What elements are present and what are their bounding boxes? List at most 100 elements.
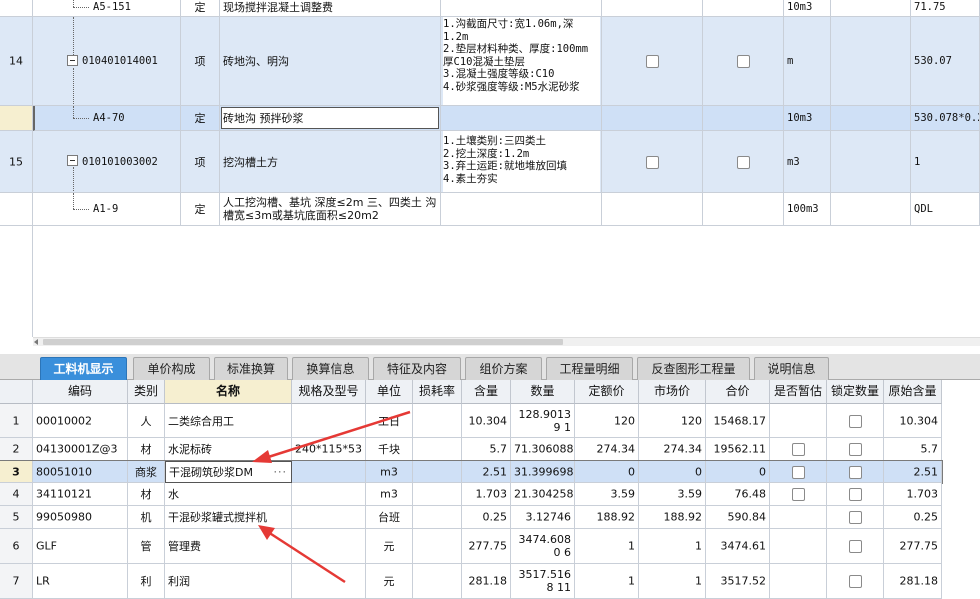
name-cell[interactable]: 现场搅拌混凝土调整费 <box>220 0 441 17</box>
name-cell[interactable]: 二类综合用工 <box>165 404 292 438</box>
unit-cell[interactable]: m3 <box>366 461 413 483</box>
spec-cell[interactable] <box>292 506 366 529</box>
market-price-cell[interactable]: 120 <box>639 404 706 438</box>
quantity-cell[interactable]: 530.07 <box>911 17 980 106</box>
code-cell[interactable]: 04130001Z@3 <box>33 438 128 461</box>
lock-quantity-checkbox[interactable] <box>849 443 862 456</box>
content-cell[interactable]: 277.75 <box>462 529 511 564</box>
loss-rate-cell[interactable] <box>413 564 462 599</box>
tab-reverse-lookup[interactable]: 反查图形工程量 <box>637 357 750 380</box>
table-row[interactable]: A4-70 定 砖地沟 预拌砂浆 10m3 530.078*0.2 <box>0 106 980 131</box>
type-cell[interactable]: 利 <box>128 564 165 599</box>
name-cell[interactable]: 砖地沟 预拌砂浆 <box>220 106 441 131</box>
market-price-cell[interactable]: 3.59 <box>639 483 706 506</box>
quantity-cell[interactable]: 128.90139 1 <box>511 404 575 438</box>
code-cell[interactable]: LR <box>33 564 128 599</box>
estimate-checkbox[interactable] <box>792 465 805 479</box>
name-cell[interactable]: 水泥标砖 <box>165 438 292 461</box>
estimate-checkbox[interactable] <box>792 443 805 456</box>
col-header-loss-rate[interactable]: 损耗率 <box>413 380 462 404</box>
tab-unit-price[interactable]: 单价构成 <box>133 357 210 380</box>
loss-rate-cell[interactable] <box>413 483 462 506</box>
code-cell[interactable]: 80051010 <box>33 461 128 483</box>
content-cell[interactable]: 5.7 <box>462 438 511 461</box>
more-options-icon[interactable]: ··· <box>274 466 288 479</box>
col-header-market-price[interactable]: 市场价 <box>639 380 706 404</box>
table-row[interactable]: 1 00010002 人 二类综合用工 工日 10.304 128.90139 … <box>0 404 942 438</box>
col-header-type[interactable]: 类别 <box>128 380 165 404</box>
code-cell[interactable]: GLF <box>33 529 128 564</box>
spec-cell[interactable] <box>292 404 366 438</box>
market-price-cell[interactable]: 0 <box>639 461 706 483</box>
table-row[interactable]: 2 04130001Z@3 材 水泥标砖 240*115*53 千块 5.7 7… <box>0 438 942 461</box>
quantity-cell[interactable]: QDL <box>911 193 980 226</box>
code-cell[interactable]: 010401014001 <box>33 17 181 106</box>
unit-cell[interactable]: m3 <box>366 483 413 506</box>
type-cell[interactable]: 材 <box>128 438 165 461</box>
col-header-code[interactable]: 编码 <box>33 380 128 404</box>
table-row[interactable]: 7 LR 利 利润 元 281.18 3517.5168 11 1 1 3517… <box>0 564 942 599</box>
content-cell[interactable]: 1.703 <box>462 483 511 506</box>
name-cell[interactable]: 挖沟槽土方 <box>220 131 441 193</box>
type-cell[interactable]: 商浆 <box>128 461 165 483</box>
table-row-selected[interactable]: 3 80051010 商浆 干混砌筑砂浆DM ··· m3 2.51 31.39… <box>0 460 943 484</box>
collapse-icon[interactable] <box>67 155 78 166</box>
content-cell[interactable]: 10.304 <box>462 404 511 438</box>
unit-cell[interactable]: 千块 <box>366 438 413 461</box>
tab-quantity-detail[interactable]: 工程量明细 <box>546 357 633 380</box>
loss-rate-cell[interactable] <box>413 438 462 461</box>
tab-features[interactable]: 特征及内容 <box>373 357 461 380</box>
col-header-quota-price[interactable]: 定额价 <box>575 380 639 404</box>
content-cell[interactable]: 281.18 <box>462 564 511 599</box>
checkbox[interactable] <box>737 155 750 169</box>
table-row[interactable]: A5-151 定 现场搅拌混凝土调整费 10m3 71.75 <box>0 0 980 17</box>
tab-description[interactable]: 说明信息 <box>754 357 829 380</box>
market-price-cell[interactable]: 1 <box>639 529 706 564</box>
collapse-icon[interactable] <box>67 55 78 66</box>
tab-pricing-scheme[interactable]: 组价方案 <box>465 357 542 380</box>
loss-rate-cell[interactable] <box>413 506 462 529</box>
quantity-cell[interactable]: 3.12746 <box>511 506 575 529</box>
lock-quantity-checkbox[interactable] <box>849 488 862 501</box>
content-cell[interactable]: 0.25 <box>462 506 511 529</box>
loss-rate-cell[interactable] <box>413 529 462 564</box>
col-header-total[interactable]: 合价 <box>706 380 770 404</box>
name-cell[interactable]: 利润 <box>165 564 292 599</box>
table-row[interactable]: 14 010401014001 项 砖地沟、明沟 1.沟截面尺寸:宽1.06m,… <box>0 17 980 106</box>
table-row[interactable]: 6 GLF 管 管理费 元 277.75 3474.6080 6 1 1 347… <box>0 529 942 564</box>
quantity-cell[interactable]: 21.304258 <box>511 483 575 506</box>
code-cell[interactable]: 99050980 <box>33 506 128 529</box>
table-row[interactable]: 15 010101003002 项 挖沟槽土方 1.土壤类别:三四类土 2.挖土… <box>0 131 980 193</box>
col-header-unit[interactable]: 单位 <box>366 380 413 404</box>
quantity-cell[interactable]: 71.75 <box>911 0 980 17</box>
quantity-cell[interactable]: 3517.5168 11 <box>511 564 575 599</box>
type-cell[interactable]: 人 <box>128 404 165 438</box>
col-header-estimate[interactable]: 是否暂估 <box>770 380 827 404</box>
table-row[interactable]: 5 99050980 机 干混砂浆罐式搅拌机 台班 0.25 3.12746 1… <box>0 506 942 529</box>
code-cell[interactable]: 00010002 <box>33 404 128 438</box>
quantity-cell[interactable]: 31.399698 <box>511 461 575 483</box>
content-cell[interactable]: 2.51 <box>462 461 511 483</box>
table-row[interactable]: 4 34110121 材 水 m3 1.703 21.304258 3.59 3… <box>0 483 942 506</box>
unit-cell[interactable]: 台班 <box>366 506 413 529</box>
unit-cell[interactable]: 工日 <box>366 404 413 438</box>
estimate-checkbox[interactable] <box>792 488 805 501</box>
unit-cell[interactable]: 元 <box>366 529 413 564</box>
type-cell[interactable]: 管 <box>128 529 165 564</box>
loss-rate-cell[interactable] <box>413 404 462 438</box>
horizontal-scrollbar[interactable] <box>33 337 980 346</box>
name-cell-editing[interactable]: 干混砌筑砂浆DM ··· <box>165 461 292 483</box>
lock-quantity-checkbox[interactable] <box>849 511 862 524</box>
checkbox[interactable] <box>646 55 659 68</box>
name-cell[interactable]: 砖地沟、明沟 <box>220 17 441 106</box>
quantity-cell[interactable]: 1 <box>911 131 980 193</box>
code-cell[interactable]: A4-70 <box>33 106 181 131</box>
unit-cell[interactable]: 元 <box>366 564 413 599</box>
panel-splitter[interactable] <box>0 346 980 354</box>
code-cell[interactable]: A5-151 <box>33 0 181 17</box>
tab-labor-material-machine[interactable]: 工料机显示 <box>40 357 127 380</box>
col-header-lock-qty[interactable]: 锁定数量 <box>827 380 884 404</box>
quantity-cell[interactable]: 530.078*0.2 <box>911 106 980 131</box>
code-cell[interactable]: 34110121 <box>33 483 128 506</box>
code-cell[interactable]: A1-9 <box>33 193 181 226</box>
